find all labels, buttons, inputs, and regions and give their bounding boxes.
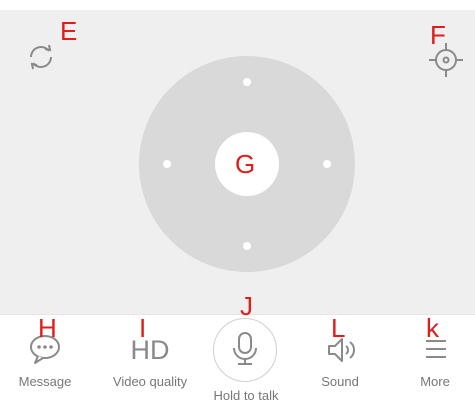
- video-quality-label: Video quality: [112, 374, 188, 389]
- video-quality-button[interactable]: HD Video quality: [100, 315, 200, 404]
- annotation-label-l: L: [331, 313, 346, 343]
- dpad-down[interactable]: [243, 242, 251, 250]
- top-strip: [0, 0, 475, 10]
- message-label: Message: [18, 374, 72, 389]
- dpad-left[interactable]: [163, 160, 171, 168]
- annotation-label-e: E: [60, 16, 78, 46]
- rotate-button[interactable]: [24, 40, 58, 74]
- more-label: More: [420, 374, 450, 389]
- annotation-label-j: J: [240, 291, 253, 321]
- refresh-icon: [30, 44, 52, 70]
- microphone-icon: [233, 332, 257, 365]
- dpad-right[interactable]: [323, 160, 331, 168]
- talk-button[interactable]: Hold to talk: [200, 315, 292, 404]
- hd-icon: HD: [130, 335, 170, 365]
- talk-circle: [213, 318, 277, 382]
- bottom-toolbar: Message H HD Video quality I Hold to tal…: [0, 293, 475, 404]
- annotation-label-h: H: [38, 313, 57, 343]
- annotation-label-i: I: [139, 313, 147, 343]
- sound-label: Sound: [321, 374, 359, 389]
- dpad-center-button[interactable]: G: [215, 132, 279, 196]
- talk-label: Hold to talk: [213, 388, 279, 403]
- annotation-label-f: F: [430, 20, 446, 50]
- direction-pad[interactable]: G: [139, 56, 355, 272]
- annotation-label-g: G: [235, 149, 256, 179]
- dpad-up[interactable]: [243, 78, 251, 86]
- annotation-label-k: k: [426, 313, 439, 343]
- camera-control-panel: E F G: [0, 10, 475, 314]
